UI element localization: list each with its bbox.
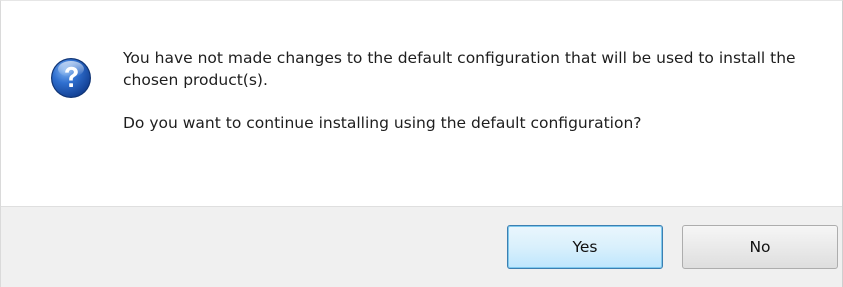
yes-button[interactable]: Yes (507, 225, 663, 269)
no-button[interactable]: No (682, 225, 838, 269)
dialog-content: You have not made changes to the default… (1, 1, 842, 206)
dialog-message: You have not made changes to the default… (123, 47, 813, 134)
message-line-1: You have not made changes to the default… (123, 49, 796, 89)
dialog-button-bar: Yes No (1, 206, 842, 287)
confirmation-dialog: You have not made changes to the default… (0, 0, 843, 287)
message-line-2: Do you want to continue installing using… (123, 114, 642, 132)
question-icon (50, 57, 92, 99)
